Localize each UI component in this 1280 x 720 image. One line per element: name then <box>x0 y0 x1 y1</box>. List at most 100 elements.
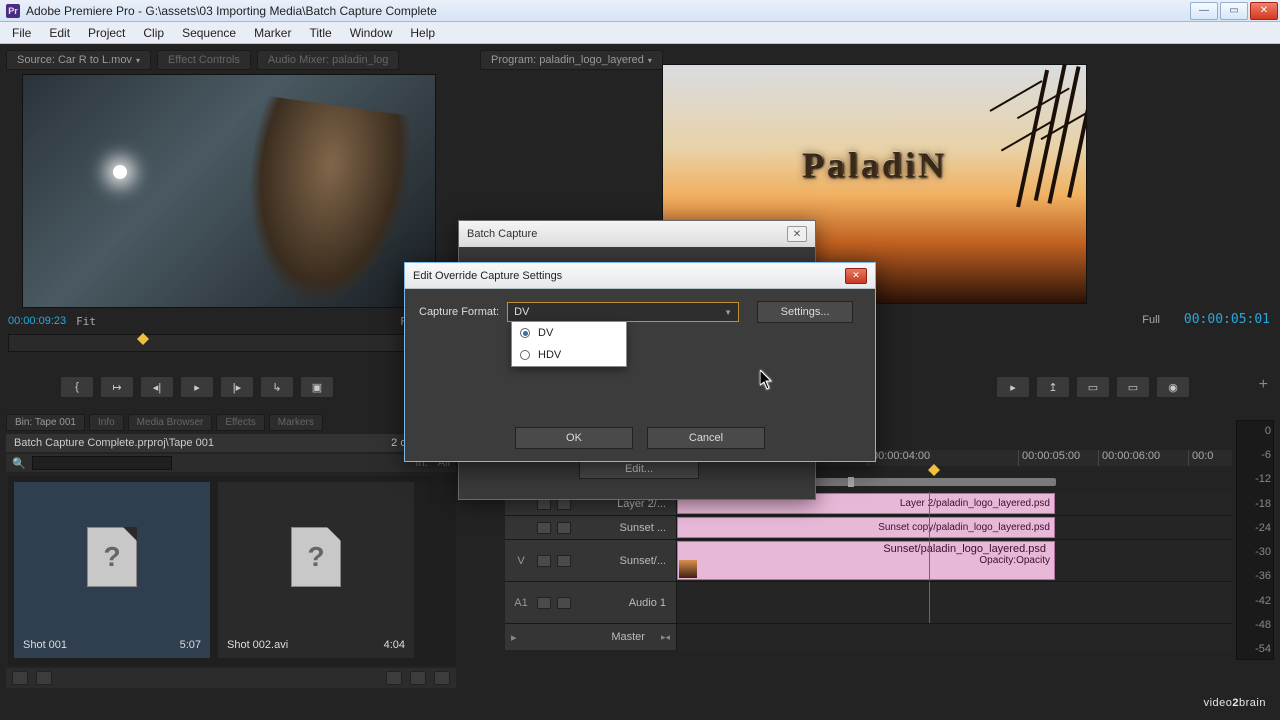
search-icon[interactable]: 🔍 <box>12 457 26 470</box>
eye-icon[interactable] <box>537 555 551 567</box>
clip-v1[interactable]: Sunset/paladin_logo_layered.psd Opacity:… <box>677 541 1055 580</box>
play-button[interactable]: ▸ <box>180 376 214 398</box>
prog-extract2-button[interactable]: ▭ <box>1116 376 1150 398</box>
meter-tick: -12 <box>1253 473 1271 485</box>
mute-icon[interactable] <box>537 597 551 609</box>
playhead[interactable] <box>929 582 930 623</box>
option-hdv[interactable]: HDV <box>512 344 626 366</box>
tab-bin[interactable]: Bin: Tape 001 <box>6 414 85 431</box>
batch-title: Batch Capture <box>467 228 537 240</box>
cancel-button[interactable]: Cancel <box>647 427 765 449</box>
audio-meters: 0 -6 -12 -18 -24 -30 -36 -42 -48 -54 <box>1236 420 1274 660</box>
track-head-a1[interactable]: A1 Audio 1 <box>505 582 677 623</box>
step-fwd-button[interactable]: |▸ <box>220 376 254 398</box>
prog-play-button[interactable]: ▸ <box>996 376 1030 398</box>
overwrite-button[interactable]: ↳ <box>260 376 294 398</box>
menu-clip[interactable]: Clip <box>135 24 172 42</box>
menu-file[interactable]: File <box>4 24 39 42</box>
close-icon[interactable]: ✕ <box>845 268 867 284</box>
tab-source-label: Source: Car R to L.mov <box>17 54 132 66</box>
close-icon[interactable]: ✕ <box>787 226 807 242</box>
option-dv[interactable]: DV <box>512 322 626 344</box>
menu-title[interactable]: Title <box>301 24 339 42</box>
menu-marker[interactable]: Marker <box>246 24 299 42</box>
track-body[interactable] <box>677 624 1232 650</box>
insert-button[interactable]: ↦ <box>100 376 134 398</box>
capture-format-dropdown: DV HDV <box>511 321 627 367</box>
add-button-icon[interactable]: + <box>1259 376 1268 394</box>
menu-edit[interactable]: Edit <box>41 24 78 42</box>
ok-button[interactable]: OK <box>515 427 633 449</box>
override-titlebar[interactable]: Edit Override Capture Settings ✕ <box>405 263 875 289</box>
bin-item[interactable]: ? Shot 002.avi 4:04 <box>218 482 414 658</box>
program-full[interactable]: Full <box>1142 314 1160 326</box>
close-button[interactable]: ✕ <box>1250 2 1278 20</box>
tab-effect-controls[interactable]: Effect Controls <box>157 50 251 70</box>
tab-info[interactable]: Info <box>89 414 124 431</box>
mark-in-button[interactable]: { <box>60 376 94 398</box>
trash-icon[interactable] <box>434 671 450 685</box>
track-body[interactable] <box>677 582 1232 623</box>
program-transport: ▸ ↥ ▭ ▭ ◉ <box>996 374 1190 400</box>
clip-v2[interactable]: Sunset copy/paladin_logo_layered.psd <box>677 517 1055 538</box>
capture-format-select[interactable]: DV ▼ <box>507 302 739 322</box>
menu-sequence[interactable]: Sequence <box>174 24 244 42</box>
playhead[interactable] <box>929 540 930 581</box>
batch-titlebar[interactable]: Batch Capture ✕ <box>459 221 815 247</box>
select-value: DV <box>514 306 529 318</box>
solo-icon[interactable] <box>557 597 571 609</box>
track-head-v2[interactable]: Sunset ... <box>505 516 677 539</box>
source-transport: { ↦ ◂| ▸ |▸ ↳ ▣ <box>60 374 334 400</box>
meter-tick: -48 <box>1253 619 1271 631</box>
meter-tick: -6 <box>1253 449 1271 461</box>
playhead[interactable] <box>929 492 930 515</box>
prog-extract-button[interactable]: ▭ <box>1076 376 1110 398</box>
tab-effects[interactable]: Effects <box>216 414 264 431</box>
prog-camera-button[interactable]: ◉ <box>1156 376 1190 398</box>
track-body[interactable]: Sunset copy/paladin_logo_layered.psd <box>677 516 1232 539</box>
step-back-button[interactable]: ◂| <box>140 376 174 398</box>
tab-program[interactable]: Program: paladin_logo_layered▾ <box>480 50 663 70</box>
meter-tick: -24 <box>1253 522 1271 534</box>
track-head-master[interactable]: ▸ Master ▸◂ <box>505 624 677 650</box>
batch-edit-button[interactable]: Edit... <box>579 459 699 479</box>
track-head-v1[interactable]: V Sunset/... <box>505 540 677 581</box>
export-frame-button[interactable]: ▣ <box>300 376 334 398</box>
maximize-button[interactable]: ▭ <box>1220 2 1248 20</box>
clip-thumb <box>679 560 697 578</box>
source-monitor[interactable] <box>22 74 436 308</box>
new-item-icon[interactable] <box>410 671 426 685</box>
playhead[interactable] <box>929 516 930 539</box>
lock-icon[interactable] <box>557 555 571 567</box>
expand-icon[interactable]: ▸ <box>511 631 517 644</box>
settings-button[interactable]: Settings... <box>757 301 853 323</box>
lock-icon[interactable] <box>557 522 571 534</box>
prog-lift-button[interactable]: ↥ <box>1036 376 1070 398</box>
menu-window[interactable]: Window <box>342 24 401 42</box>
marker-icon[interactable] <box>137 333 149 345</box>
new-bin-icon[interactable] <box>386 671 402 685</box>
clip-fx[interactable]: Opacity:Opacity <box>979 555 1050 566</box>
menu-project[interactable]: Project <box>80 24 133 42</box>
eye-icon[interactable] <box>537 522 551 534</box>
list-view-icon[interactable] <box>12 671 28 685</box>
icon-view-icon[interactable] <box>36 671 52 685</box>
tab-media-browser[interactable]: Media Browser <box>128 414 213 431</box>
tab-markers[interactable]: Markers <box>269 414 323 431</box>
collapse-icon[interactable]: ▸◂ <box>661 632 670 643</box>
bin-name: Shot 002.avi <box>227 639 288 651</box>
menu-help[interactable]: Help <box>402 24 443 42</box>
tab-audio-mixer[interactable]: Audio Mixer: paladin_log <box>257 50 399 70</box>
bin-item[interactable]: ? Shot 001 5:07 <box>14 482 210 658</box>
source-fit[interactable]: Fit <box>76 315 96 328</box>
minimize-button[interactable]: — <box>1190 2 1218 20</box>
source-ruler[interactable] <box>8 334 458 352</box>
chevron-down-icon: ▼ <box>724 308 732 317</box>
track-body[interactable]: Sunset/paladin_logo_layered.psd Opacity:… <box>677 540 1232 581</box>
window-titlebar: Pr Adobe Premiere Pro - G:\assets\03 Imp… <box>0 0 1280 22</box>
meter-tick: -42 <box>1253 595 1271 607</box>
tab-source[interactable]: Source: Car R to L.mov▾ <box>6 50 151 70</box>
chevron-down-icon: ▾ <box>648 56 652 65</box>
option-label: HDV <box>538 349 561 361</box>
search-input[interactable] <box>32 456 172 470</box>
